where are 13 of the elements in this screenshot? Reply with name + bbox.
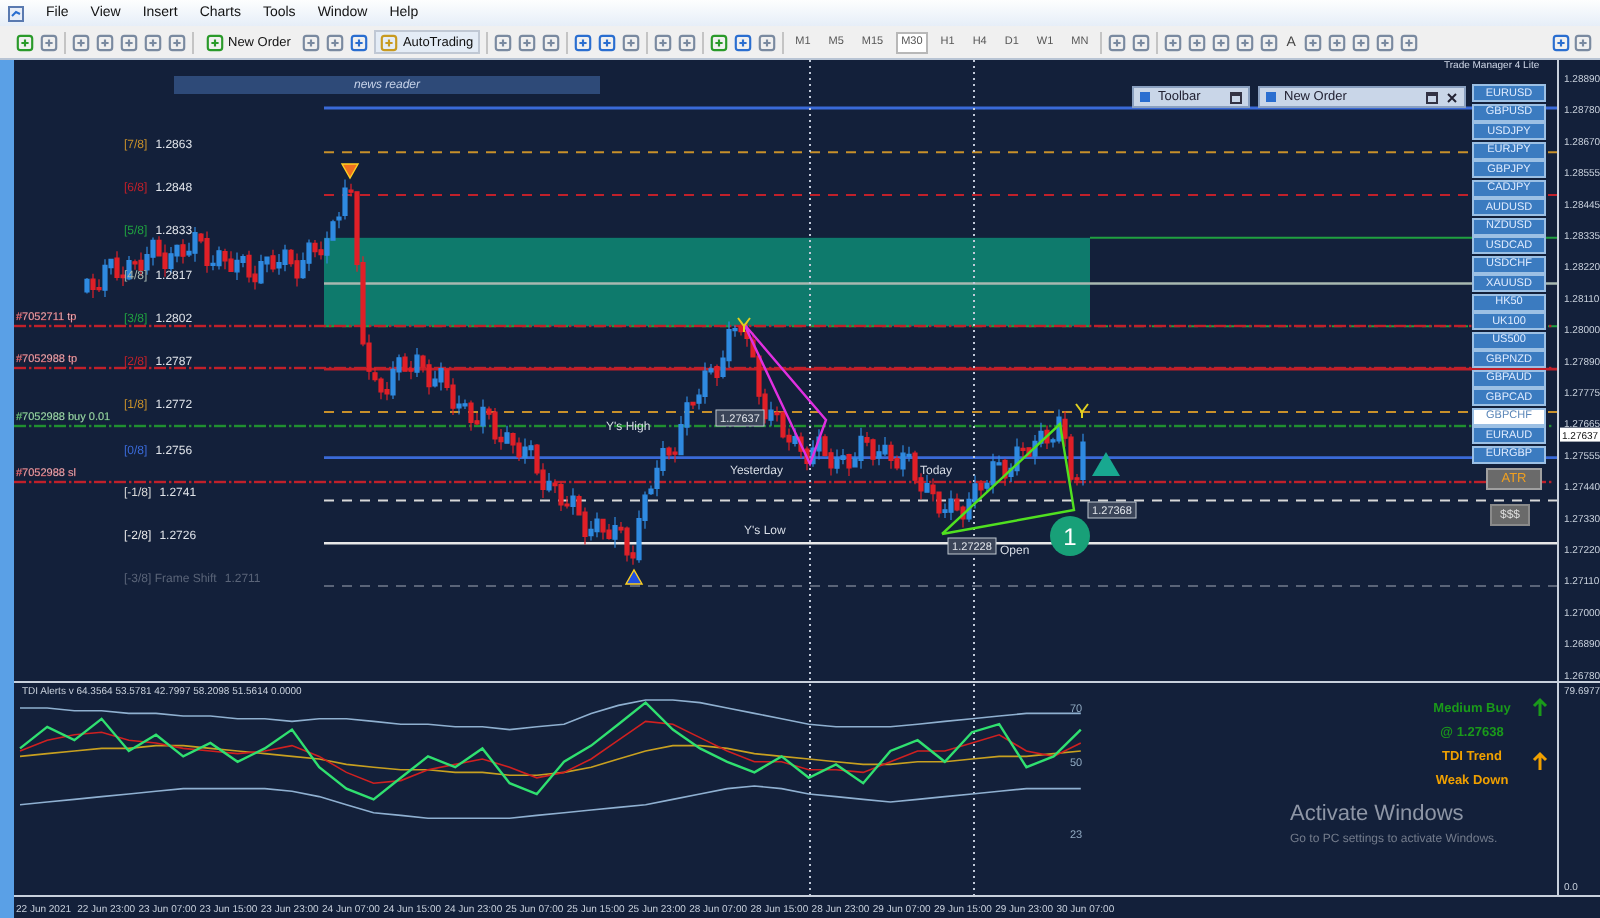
maximize-icon[interactable] — [1426, 91, 1438, 103]
up-arrow-icon — [1532, 697, 1548, 718]
close-icon[interactable] — [1446, 91, 1458, 103]
fractal-marker-icon — [1075, 403, 1089, 419]
maximize-icon[interactable] — [1230, 91, 1242, 103]
fractal-marker-icon — [737, 317, 751, 333]
app-icon — [8, 5, 24, 21]
up-arrow-icon — [624, 568, 644, 585]
up-arrow-icon — [1532, 751, 1548, 772]
down-arrow-icon — [340, 163, 360, 180]
signal-badge: 1 — [1050, 516, 1090, 556]
activation-title: Activate Windows — [1290, 802, 1464, 826]
plus-icon[interactable] — [206, 33, 224, 51]
